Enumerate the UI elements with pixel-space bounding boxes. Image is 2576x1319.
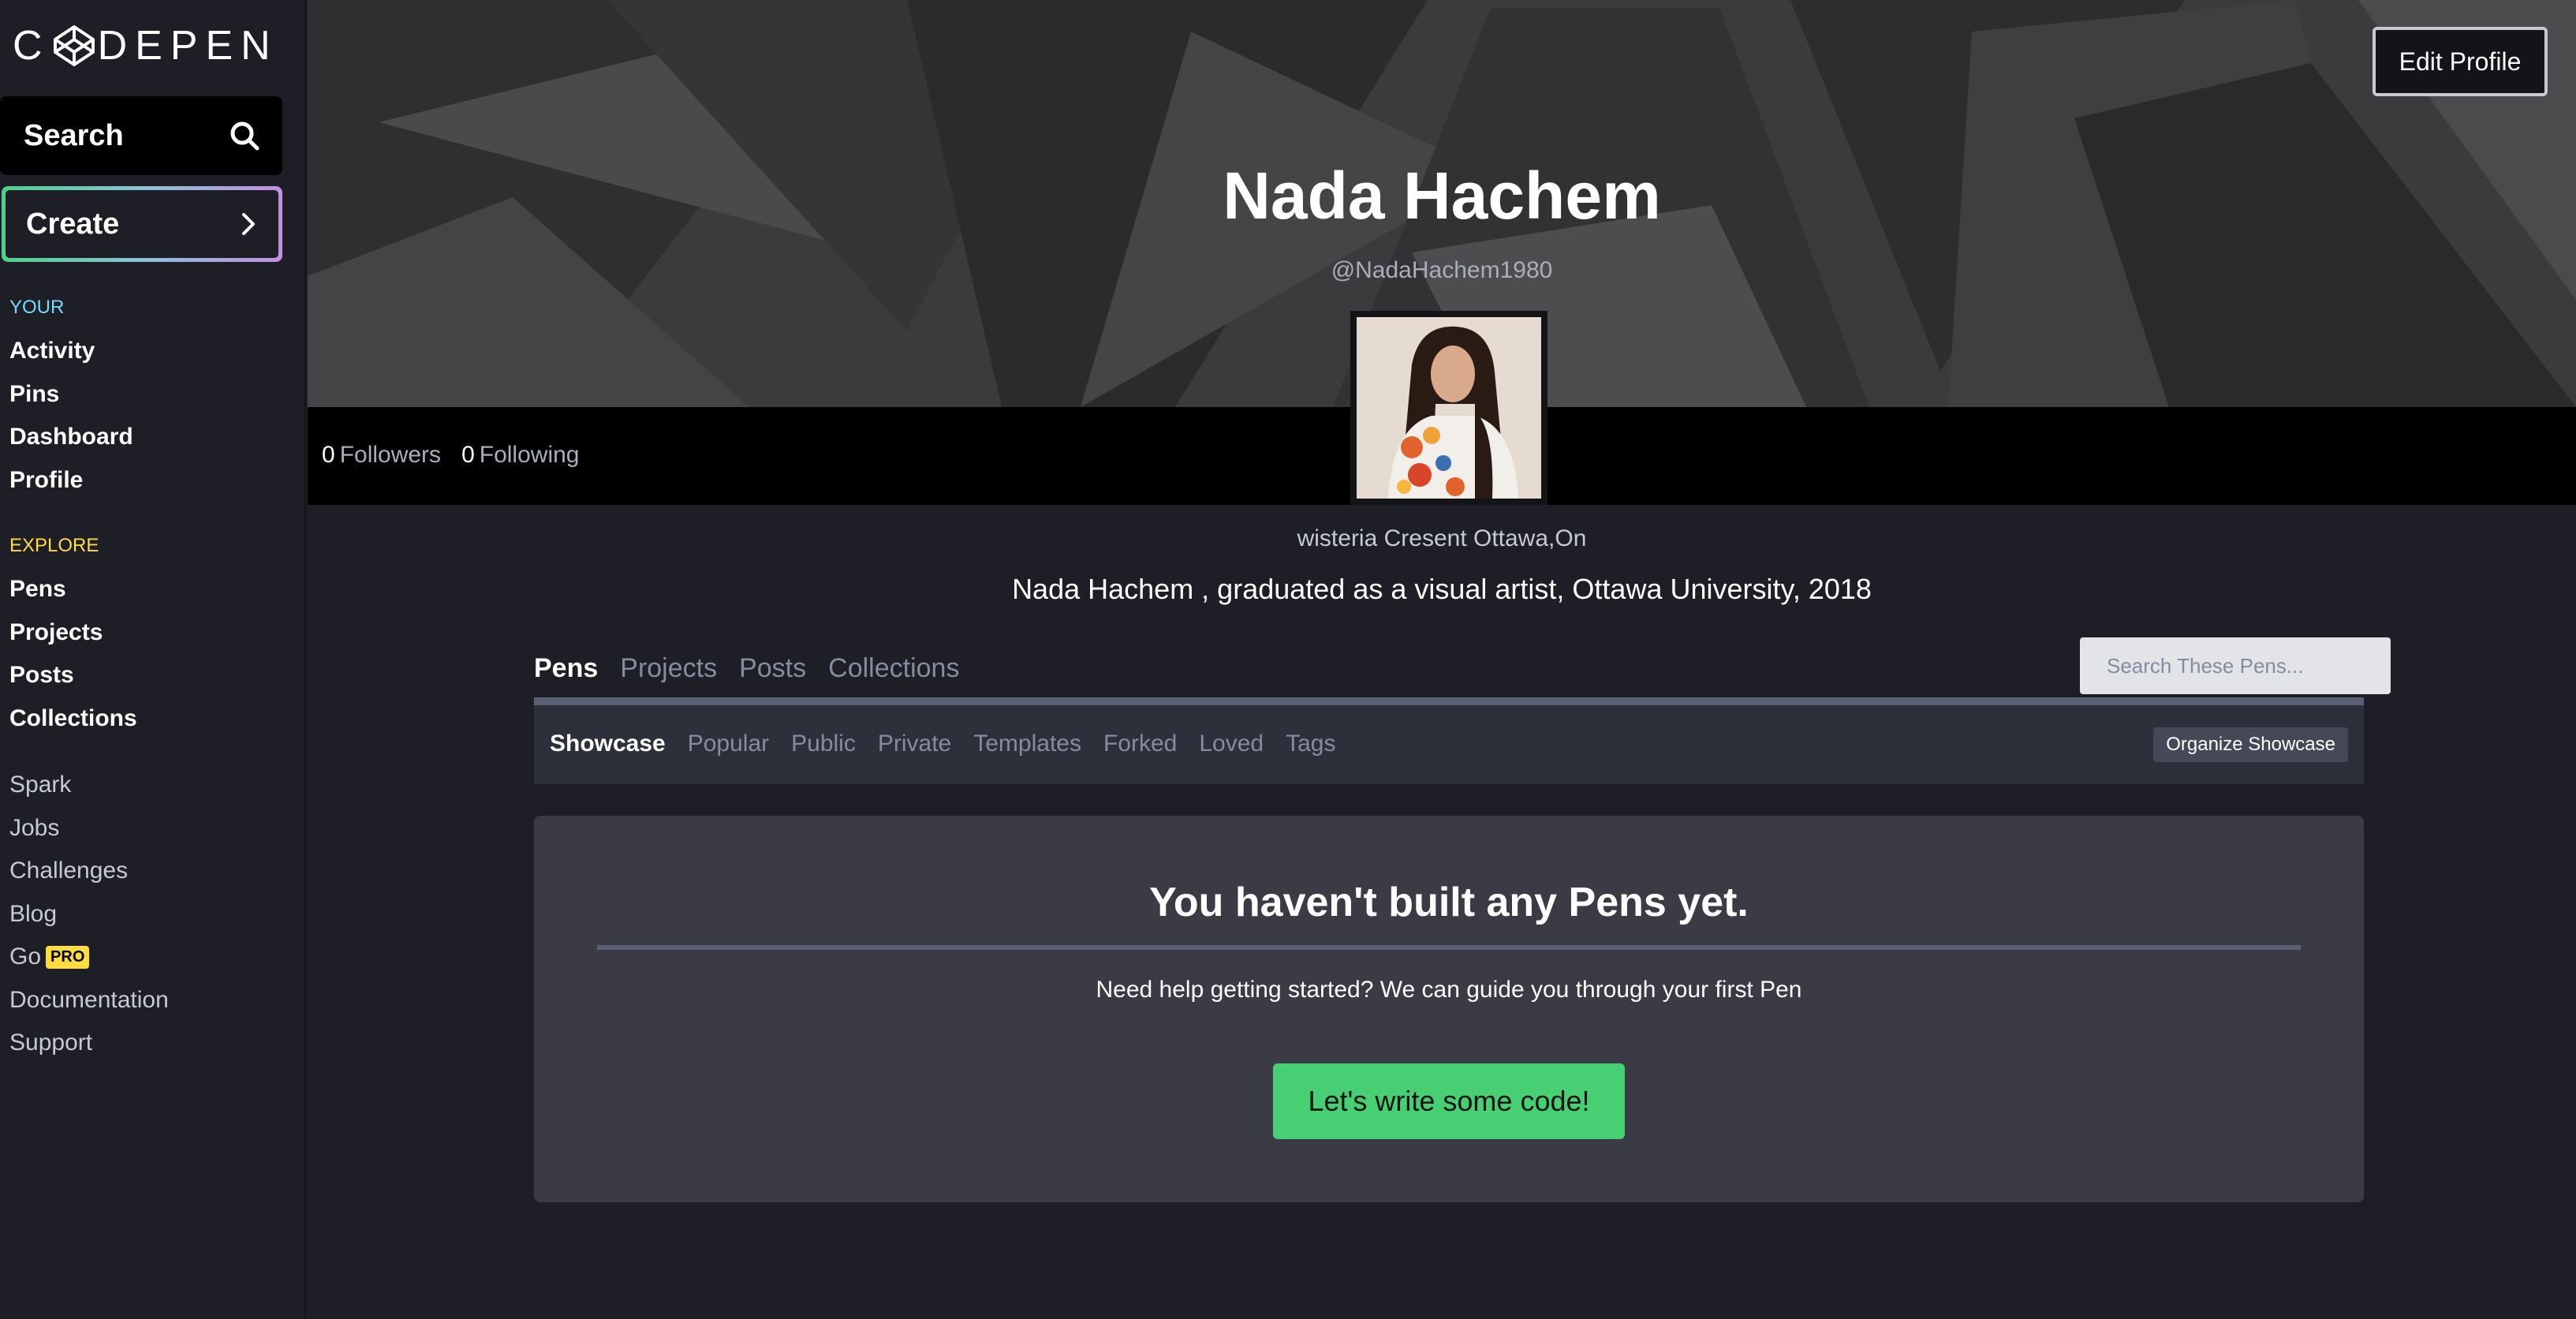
pens-filter-bar: Showcase Popular Public Private Template…: [534, 705, 2364, 784]
profile-handle: @NadaHachem1980: [1331, 257, 1553, 283]
organize-showcase-button[interactable]: Organize Showcase: [2153, 727, 2348, 762]
tab-posts[interactable]: Posts: [739, 653, 806, 684]
profile-location: wisteria Cresent Ottawa,On: [1297, 525, 1587, 551]
codepen-cube-icon: [53, 25, 95, 66]
subtab-tags[interactable]: Tags: [1286, 730, 1335, 757]
sidebar-item-pins[interactable]: Pins: [9, 373, 133, 417]
tabs-divider: [534, 697, 2364, 705]
go-label: Go: [9, 943, 42, 970]
followers-label: Followers: [339, 442, 442, 468]
sidebar-item-spark[interactable]: Spark: [9, 764, 169, 807]
tab-pens[interactable]: Pens: [534, 653, 598, 684]
pens-subtabs: Showcase Popular Public Private Template…: [550, 730, 1335, 757]
explore-nav: Pens Projects Posts Collections: [9, 568, 137, 740]
profile-bio: Nada Hachem , graduated as a visual arti…: [1012, 573, 1872, 605]
pro-badge: PRO: [46, 945, 90, 969]
your-nav: Activity Pins Dashboard Profile: [9, 330, 133, 502]
profile-tabs: Pens Projects Posts Collections: [534, 653, 959, 684]
codepen-logo[interactable]: C DEPEN: [13, 22, 278, 69]
sidebar: C DEPEN Search Create YOUR Activity Pins…: [0, 0, 306, 1319]
sidebar-item-dashboard[interactable]: Dashboard: [9, 416, 133, 459]
sidebar-item-posts[interactable]: Posts: [9, 654, 137, 697]
sidebar-item-collections[interactable]: Collections: [9, 697, 137, 741]
subtab-loved[interactable]: Loved: [1199, 730, 1264, 757]
edit-profile-button[interactable]: Edit Profile: [2373, 27, 2548, 96]
empty-state-panel: You haven't built any Pens yet. Need hel…: [534, 816, 2364, 1202]
empty-state-divider: [597, 945, 2301, 950]
empty-state-help: Need help getting started? We can guide …: [1096, 977, 1802, 1003]
sidebar-item-challenges[interactable]: Challenges: [9, 850, 169, 893]
search-label: Search: [24, 118, 124, 152]
avatar-portrait: [1357, 317, 1541, 499]
avatar-photo: [1357, 317, 1541, 499]
subtab-templates[interactable]: Templates: [973, 730, 1081, 757]
sidebar-item-activity[interactable]: Activity: [9, 330, 133, 373]
more-nav: Spark Jobs Challenges Blog Go PRO Docume…: [9, 764, 169, 1065]
tab-collections[interactable]: Collections: [828, 653, 959, 684]
following-count: 0: [461, 442, 475, 468]
sidebar-item-jobs[interactable]: Jobs: [9, 807, 169, 850]
tab-projects[interactable]: Projects: [620, 653, 717, 684]
sidebar-item-go-pro[interactable]: Go PRO: [9, 936, 169, 979]
followers-link[interactable]: 0 Followers: [322, 442, 441, 469]
explore-heading: EXPLORE: [9, 535, 99, 556]
chevron-right-icon: [242, 213, 255, 235]
your-heading: YOUR: [9, 297, 65, 318]
sidebar-item-blog[interactable]: Blog: [9, 893, 169, 936]
subtab-public[interactable]: Public: [791, 730, 856, 757]
create-label: Create: [26, 207, 120, 241]
sidebar-item-profile[interactable]: Profile: [9, 459, 133, 503]
sidebar-item-support[interactable]: Support: [9, 1022, 169, 1065]
sidebar-item-projects[interactable]: Projects: [9, 611, 137, 655]
search-icon: [230, 121, 259, 151]
search-button[interactable]: Search: [0, 96, 282, 175]
subtab-popular[interactable]: Popular: [688, 730, 769, 757]
following-link[interactable]: 0 Following: [461, 442, 579, 469]
sidebar-item-documentation[interactable]: Documentation: [9, 979, 169, 1022]
subtab-forked[interactable]: Forked: [1103, 730, 1177, 757]
search-pens-input[interactable]: [2080, 637, 2391, 694]
avatar[interactable]: [1350, 311, 1547, 505]
sidebar-item-pens[interactable]: Pens: [9, 568, 137, 611]
subtab-private[interactable]: Private: [878, 730, 951, 757]
profile-name: Nada Hachem: [1223, 159, 1661, 233]
followers-count: 0: [322, 442, 335, 468]
empty-state-title: You haven't built any Pens yet.: [1149, 880, 1749, 925]
following-label: Following: [479, 442, 580, 468]
write-code-button[interactable]: Let's write some code!: [1273, 1063, 1625, 1139]
follow-stats: 0 Followers 0 Following: [322, 442, 579, 469]
subtab-showcase[interactable]: Showcase: [550, 730, 666, 757]
create-button[interactable]: Create: [2, 186, 282, 262]
